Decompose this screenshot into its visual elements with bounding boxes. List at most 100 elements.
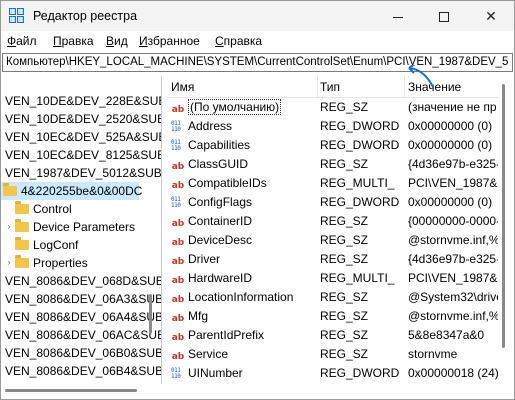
string-value-icon: ab — [171, 105, 185, 115]
value-row[interactable]: ab Mfg REG_SZ @stornvme.inf,% — [167, 307, 498, 326]
title-bar[interactable]: Редактор реестра ✕ — [1, 1, 514, 31]
value-name: DeviceDesc — [188, 233, 253, 247]
tree-item[interactable]: 4&220255be&0&00DC — [1, 182, 142, 200]
value-row[interactable]: ab ParentIdPrefix REG_SZ 5&8e8347a&0 — [167, 326, 498, 345]
tree-item-content: VEN_8086&DEV_06B4&SUB — [5, 362, 161, 380]
value-name-cell: ab LocationInformation — [171, 288, 315, 307]
value-type: REG_DWORD — [320, 195, 400, 209]
expand-chevron-icon[interactable]: › — [5, 254, 13, 272]
menu-file-mnemonic: Ф — [7, 34, 17, 48]
tree-item-content: Properties — [15, 254, 88, 272]
tree-item[interactable]: VEN_1987&DEV_5012&SUB — [1, 164, 161, 182]
value-data: 0x00000018 (24) — [408, 366, 498, 380]
value-name-cell: 011 110 Address — [171, 117, 315, 136]
value-data: 0x00000000 (0) — [408, 119, 493, 133]
value-row[interactable]: ab Driver REG_SZ {4d36e97b-e325- — [167, 250, 498, 269]
tree-item-content: VEN_10DE&DEV_2520&SUB — [5, 110, 161, 128]
value-row[interactable]: ab ContainerID REG_SZ {00000000-0000-( — [167, 212, 498, 231]
tree-item[interactable]: › Properties — [1, 254, 161, 272]
menu-favorites[interactable]: Избранное — [139, 34, 200, 48]
value-row[interactable]: ab HardwareID REG_MULTI_ PCI\VEN_1987&D — [167, 269, 498, 288]
tree-item[interactable]: VEN_8086&DEV_06A3&SUB — [1, 290, 161, 308]
tree-horizontal-scrollbar[interactable] — [1, 386, 161, 396]
tree-item-content: 4&220255be&0&00DC — [3, 182, 142, 200]
value-row[interactable]: ab (По умолчанию) REG_SZ (значение не пр — [167, 98, 498, 117]
value-name-cell: ab ParentIdPrefix — [171, 326, 315, 345]
tree-item[interactable]: VEN_8086&DEV_06A4&SUB — [1, 308, 161, 326]
menu-file[interactable]: Файл — [7, 34, 37, 48]
value-name: ContainerID — [188, 214, 253, 228]
tree-item[interactable]: VEN_10DE&DEV_2520&SUB — [1, 110, 161, 128]
close-button[interactable]: ✕ — [468, 1, 514, 31]
tree-scroll-thumb[interactable] — [149, 294, 152, 334]
tree-item-content: VEN_8086&DEV_06AC&SUB — [5, 326, 161, 344]
maximize-icon — [439, 12, 449, 23]
tree-item[interactable]: VEN_10EC&DEV_525A&SUB — [1, 128, 161, 146]
value-row[interactable]: ab LocationInformation REG_SZ @System32\dri… — [167, 288, 498, 307]
value-name-cell: ab CompatibleIDs — [171, 174, 315, 193]
folder-icon — [3, 183, 17, 196]
values-scroll-thumb[interactable] — [502, 84, 505, 348]
value-row[interactable]: ab ClassGUID REG_SZ {4d36e97b-e325- — [167, 155, 498, 174]
value-row[interactable]: 011 110 ConfigFlags REG_DWORD 0x00000000 (0) — [167, 193, 498, 212]
maximize-button[interactable] — [421, 1, 467, 31]
tree-item-content: LogConf — [15, 236, 78, 254]
tree-item-label: Device Parameters — [33, 220, 136, 234]
values-list-header: Имя Тип Значение — [167, 76, 498, 98]
values-vertical-scrollbar[interactable] — [498, 76, 510, 384]
tree-item[interactable]: VEN_8086&DEV_06B0&SUB — [1, 344, 161, 362]
value-row[interactable]: 011 110 UINumber REG_DWORD 0x00000018 (24) — [167, 364, 498, 383]
string-value-icon: ab — [171, 257, 185, 267]
pointer-arrow-icon — [408, 65, 434, 88]
tree-vertical-scrollbar[interactable] — [148, 76, 154, 384]
tree-item[interactable]: VEN_8086&DEV_06B4&SUB — [1, 362, 161, 380]
string-value-icon: ab — [171, 352, 185, 362]
column-header-type[interactable]: Тип — [316, 76, 404, 98]
value-name-cell: 011 110 Capabilities — [171, 136, 315, 155]
window-title: Редактор реестра — [33, 9, 138, 23]
value-row[interactable]: 011 110 Address REG_DWORD 0x00000000 (0) — [167, 117, 498, 136]
tree-item-content: VEN_8086&DEV_06B0&SUB — [5, 344, 161, 362]
minimize-button[interactable] — [375, 1, 421, 31]
tree-item[interactable]: VEN_8086&DEV_068D&SUB — [1, 272, 161, 290]
menu-view[interactable]: Вид — [106, 34, 128, 48]
value-data: 0x00000000 (0) — [408, 138, 493, 152]
tree-item[interactable]: Control — [1, 200, 161, 218]
value-row[interactable]: 011 110 Capabilities REG_DWORD 0x00000000 (0… — [167, 136, 498, 155]
tree-item-label: VEN_1987&DEV_5012&SUB — [5, 166, 161, 180]
value-name: Mfg — [188, 309, 209, 323]
folder-icon — [15, 219, 29, 232]
tree-item-label: VEN_10EC&DEV_8125&SUB — [5, 148, 161, 162]
tree-item[interactable]: VEN_10EC&DEV_8125&SUB — [1, 146, 161, 164]
value-row[interactable]: ab CompatibleIDs REG_MULTI_ PCI\VEN_1987&D — [167, 174, 498, 193]
menu-edit[interactable]: Правка — [53, 34, 94, 48]
column-header-name[interactable]: Имя — [167, 76, 317, 98]
registry-editor-window: Редактор реестра ✕ Файл Правка Вид Избра… — [0, 0, 515, 400]
value-name-cell: ab Service — [171, 345, 315, 364]
tree-item-content: Device Parameters — [15, 218, 135, 236]
menu-help[interactable]: Справка — [215, 34, 262, 48]
tree-item-content: VEN_8086&DEV_06A3&SUB — [5, 290, 161, 308]
tree-item[interactable]: VEN_10DE&DEV_228E&SUB — [1, 92, 161, 110]
tree-item-label: VEN_8086&DEV_06AC&SUB — [5, 328, 161, 342]
value-data: 0x00000000 (0) — [408, 195, 493, 209]
value-type: REG_DWORD — [320, 138, 400, 152]
menu-help-mnemonic: С — [215, 34, 224, 48]
tree-item-content: VEN_10DE&DEV_228E&SUB — [5, 92, 161, 110]
tree-item[interactable]: › Device Parameters — [1, 218, 161, 236]
tree-item-label: Properties — [33, 256, 88, 270]
value-type: REG_SZ — [320, 290, 369, 304]
address-bar[interactable]: Компьютер\HKEY_LOCAL_MACHINE\SYSTEM\Curr… — [2, 53, 513, 72]
value-row[interactable]: ab Service REG_SZ stornvme — [167, 345, 498, 364]
value-name-cell: ab DeviceDesc — [171, 231, 315, 250]
value-row[interactable]: ab DeviceDesc REG_SZ @stornvme.inf,% — [167, 231, 498, 250]
string-value-icon: ab — [171, 181, 185, 191]
value-data: @stornvme.inf,% — [408, 233, 498, 247]
expand-chevron-icon[interactable]: › — [5, 218, 13, 236]
tree-item[interactable]: VEN_8086&DEV_06AC&SUB — [1, 326, 161, 344]
tree-item[interactable]: LogConf — [1, 236, 161, 254]
tree-hscroll-thumb[interactable] — [5, 389, 137, 392]
tree-item-label: VEN_8086&DEV_06B0&SUB — [5, 346, 161, 360]
value-name: LocationInformation — [188, 290, 294, 304]
value-data: {4d36e97b-e325- — [408, 252, 498, 266]
